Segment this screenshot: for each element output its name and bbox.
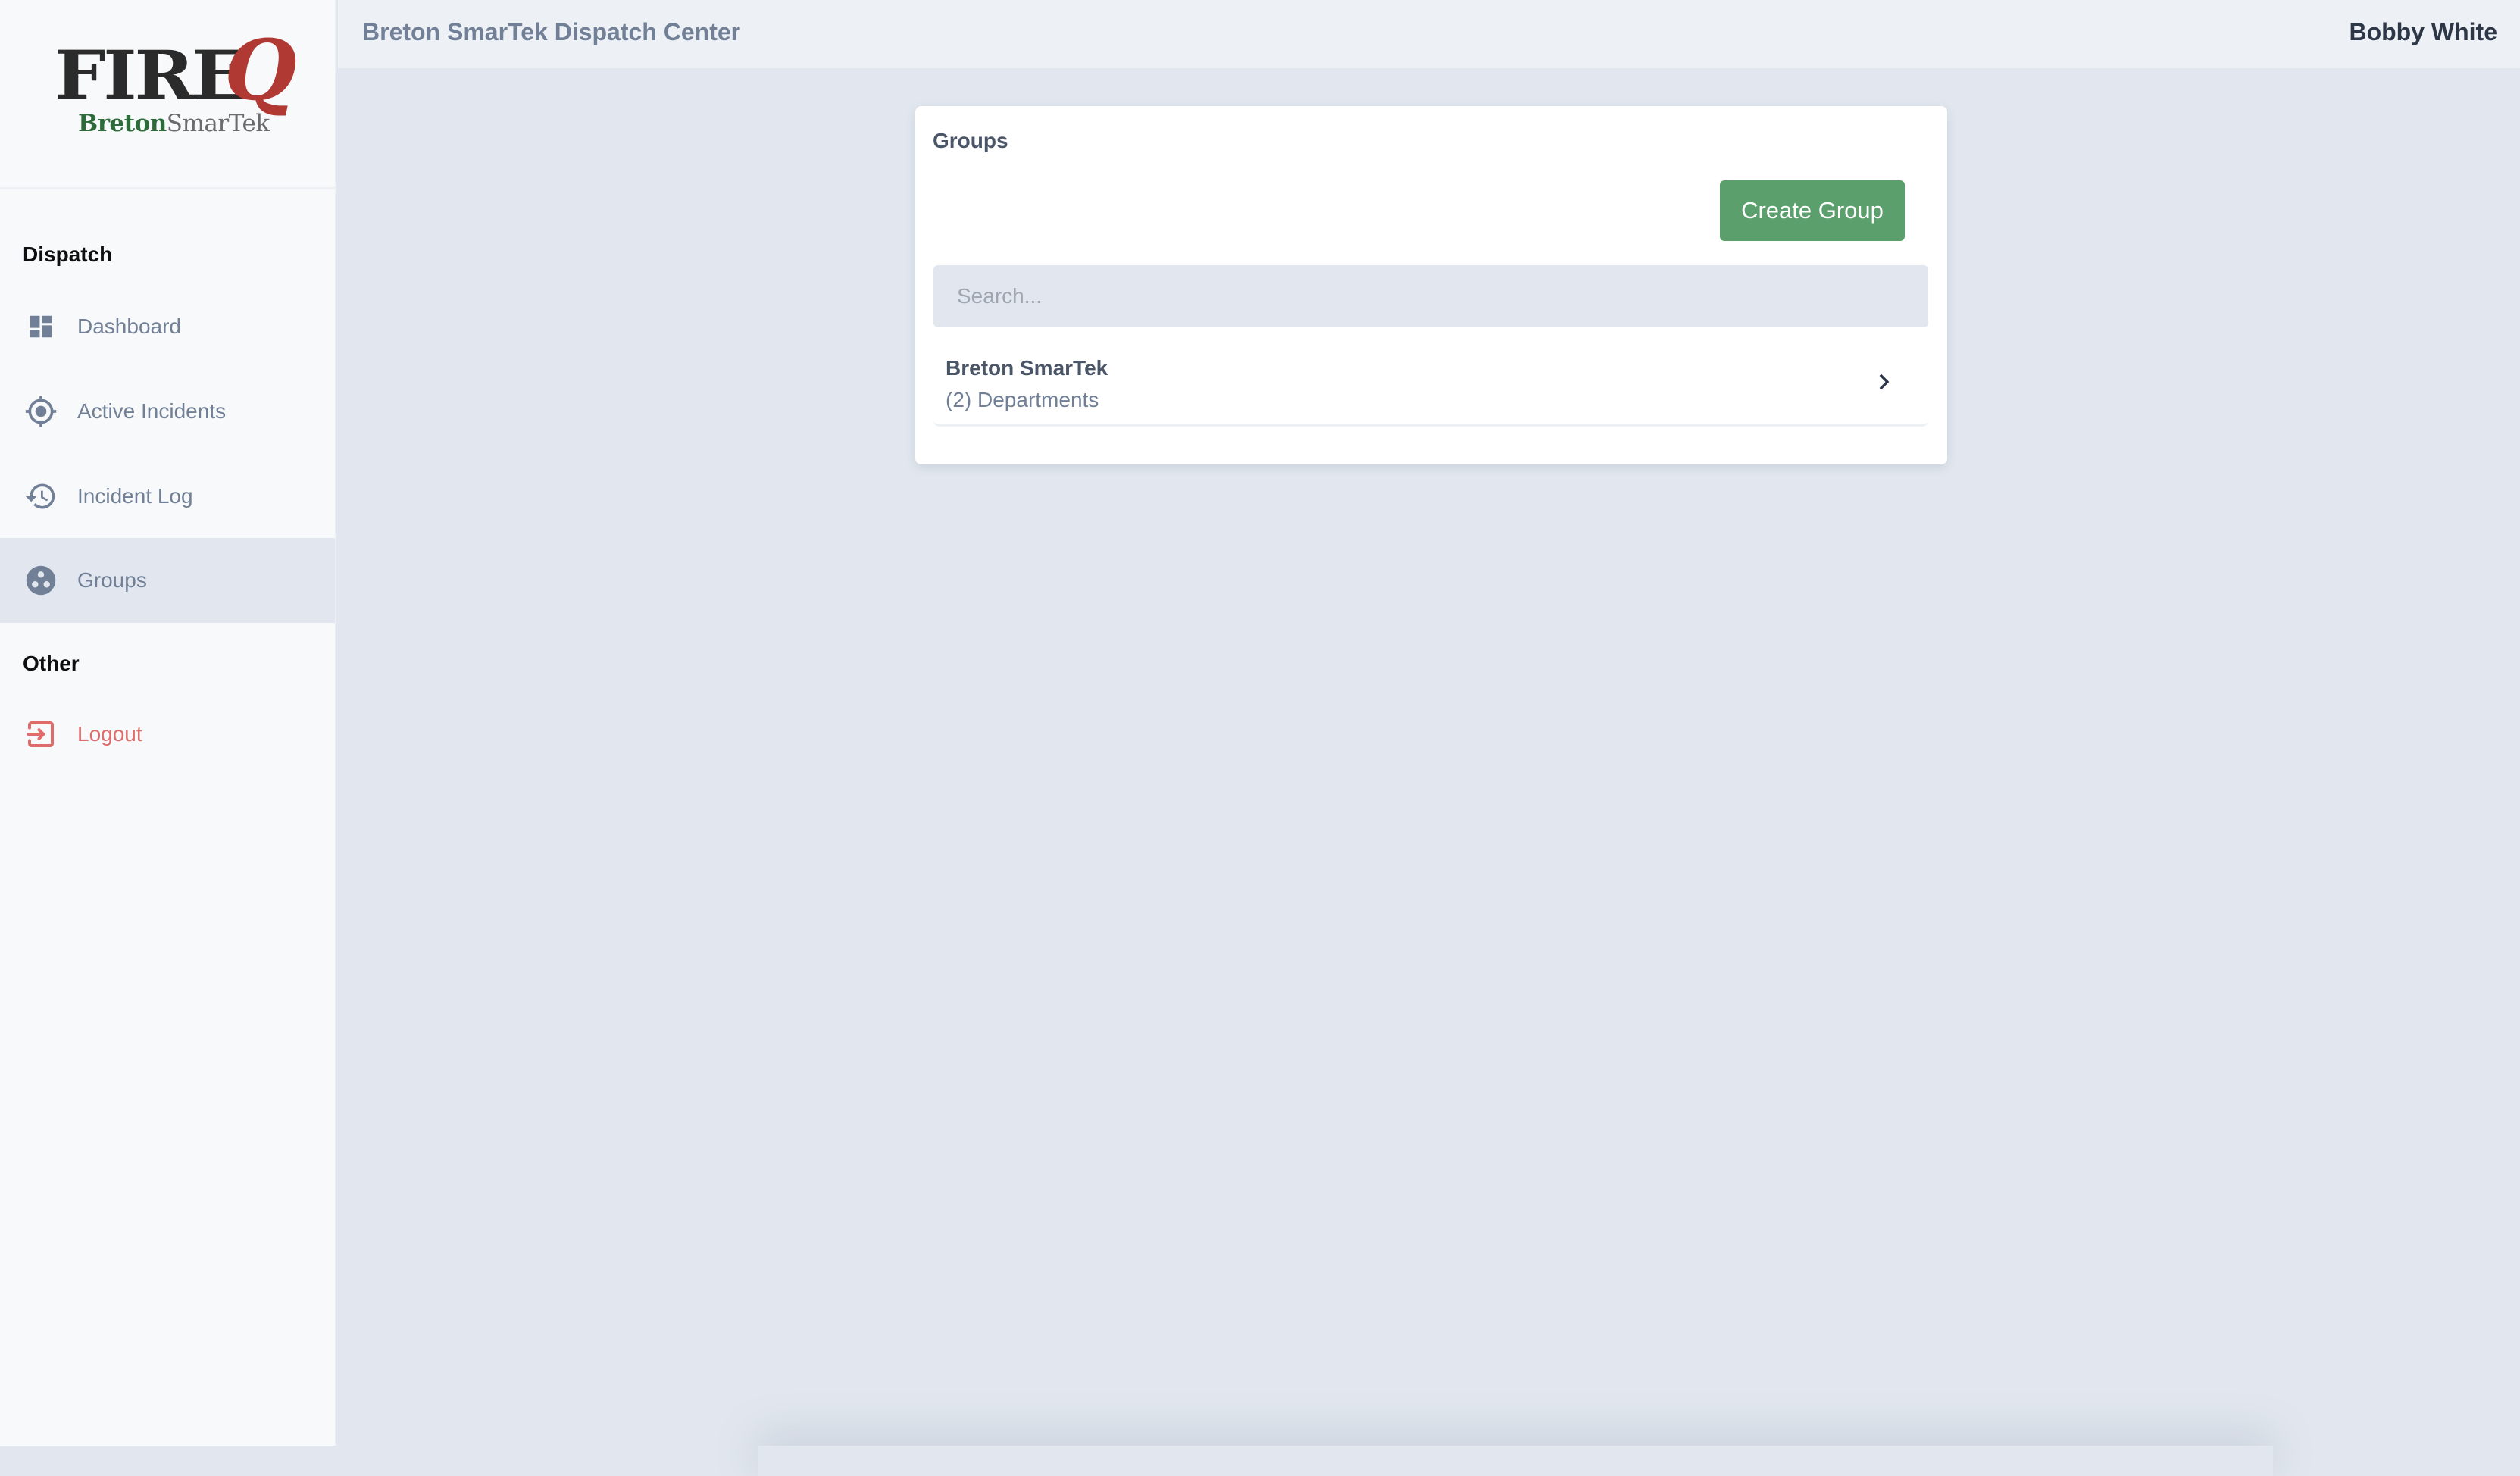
logo[interactable]: FIRE Q BretonSmarTek — [0, 0, 335, 189]
group-department-count: (2) Departments — [946, 388, 1099, 411]
search-input[interactable] — [933, 265, 1928, 327]
user-name[interactable]: Bobby White — [2349, 18, 2497, 46]
logo-subtitle-bold: Breton — [78, 110, 167, 137]
sidebar-item-label: Incident Log — [77, 484, 193, 508]
crosshair-icon — [24, 395, 58, 428]
sidebar-item-label: Groups — [77, 568, 147, 592]
sidebar-item-active-incidents[interactable]: Active Incidents — [0, 369, 335, 454]
logo-subtitle-light: SmarTek — [166, 110, 270, 137]
group-name: Breton SmarTek — [946, 356, 1108, 380]
groups-card: Groups Create Group Breton SmarTek (2) D… — [915, 106, 1947, 464]
sidebar-item-logout[interactable]: Logout — [0, 692, 335, 777]
card-title: Groups — [933, 129, 1008, 152]
dashboard-icon — [24, 310, 58, 343]
history-icon — [24, 480, 58, 513]
top-header: Breton SmarTek Dispatch Center Bobby Whi… — [338, 0, 2520, 68]
groups-icon — [24, 564, 58, 597]
sidebar-item-groups[interactable]: Groups — [0, 538, 335, 623]
section-heading-dispatch: Dispatch — [23, 242, 113, 266]
sidebar-item-label: Dashboard — [77, 314, 181, 338]
sidebar: FIRE Q BretonSmarTek Dispatch Dashboard … — [0, 0, 336, 1446]
page-header-title: Breton SmarTek Dispatch Center — [362, 18, 741, 45]
create-group-button[interactable]: Create Group — [1720, 180, 1905, 241]
offscreen-panel-shadow — [758, 1446, 2273, 1476]
sidebar-item-incident-log[interactable]: Incident Log — [0, 454, 335, 539]
logo-wordmark: FIRE — [55, 36, 247, 114]
logo-q-mark: Q — [224, 21, 297, 119]
logo-subtitle: BretonSmarTek — [78, 112, 270, 136]
section-heading-other: Other — [23, 652, 80, 675]
sidebar-item-dashboard[interactable]: Dashboard — [0, 284, 335, 369]
sidebar-item-label: Logout — [77, 722, 142, 746]
logout-icon — [24, 718, 58, 751]
sidebar-item-label: Active Incidents — [77, 399, 227, 423]
chevron-right-icon — [1875, 371, 1893, 392]
group-list-item[interactable]: Breton SmarTek (2) Departments — [933, 333, 1928, 427]
